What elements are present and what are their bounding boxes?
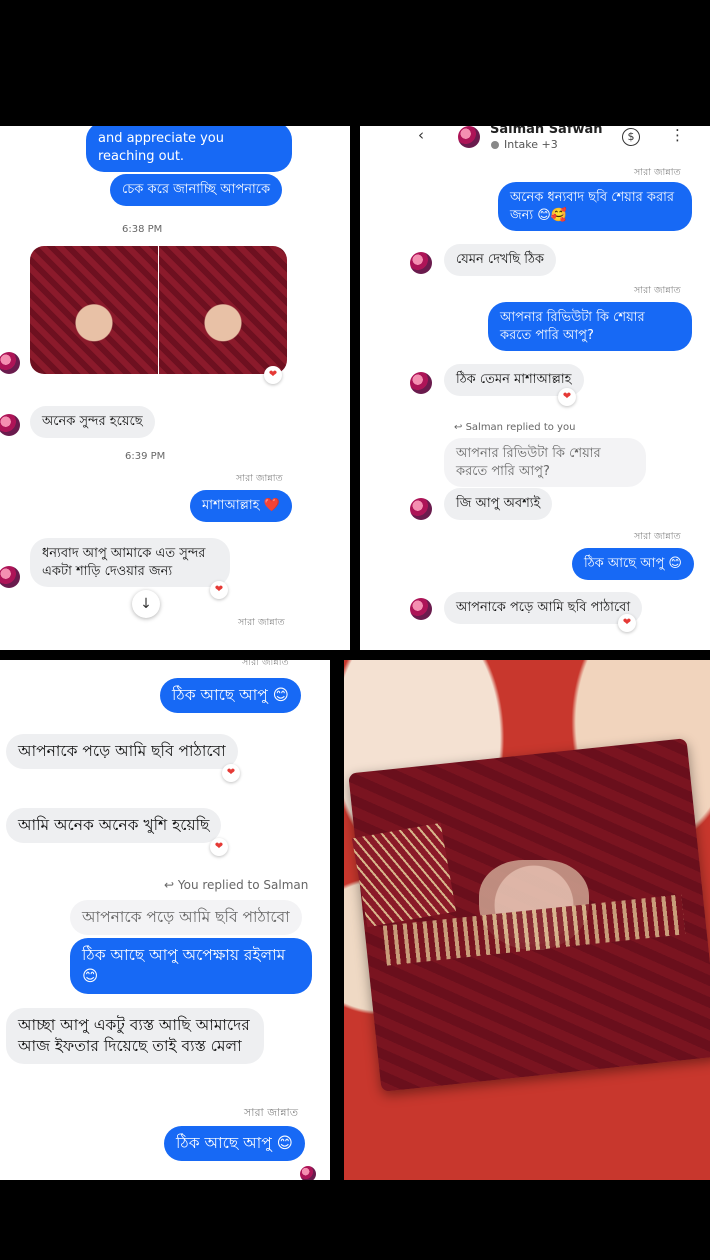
timestamp: 6:39 PM [125,451,166,462]
heart-reaction-icon[interactable]: ❤ [222,764,240,782]
avatar[interactable] [0,414,20,436]
message-received: আমি অনেক অনেক খুশি হয়েছি [6,808,222,843]
heart-reaction-icon[interactable]: ❤ [264,366,282,384]
message-received: জি আপু অবশ্যই [444,488,553,520]
avatar[interactable] [410,372,432,394]
message-sent: ঠিক আছে আপু 😊 [572,548,694,580]
more-options-icon[interactable]: ⋮ [670,126,685,144]
reply-indicator-label: Salman replied to you [465,422,576,433]
sender-name: সারা জান্নাত [634,531,681,542]
message-received: আপনাকে পড়ে আমি ছবি পাঠাবো [444,592,643,624]
message-sent: ঠিক আছে আপু 😊 [160,678,301,713]
message-received: আচ্ছা আপু একটু ব্যস্ত আছি আমাদের আজ ইফতা… [6,1008,264,1064]
chat-panel-top-right: ‹ Salman Safwan Intake +3 $ ⋮ সারা জান্ন… [360,126,710,650]
quoted-message: আপনার রিভিউটা কি শেয়ার করতে পারি আপু? [444,438,646,488]
heart-reaction-icon[interactable]: ❤ [558,388,576,406]
heart-reaction-icon[interactable]: ❤ [618,614,636,632]
message-received: অনেক সুন্দর হয়েছে [30,406,155,438]
avatar[interactable] [410,498,432,520]
avatar[interactable] [0,566,20,588]
saree-sleeve [351,822,457,928]
sender-name: সারা জান্নাত [242,660,289,668]
contact-name[interactable]: Salman Safwan [490,126,603,137]
avatar[interactable] [0,352,20,374]
sender-name: সারা জান্নাত [244,1106,298,1119]
message-received: যেমন দেখছি ঠিক [444,244,557,276]
sender-name: সারা জান্নাত [236,473,283,484]
heart-reaction-icon[interactable]: ❤ [210,581,228,599]
shared-photo[interactable] [159,246,287,374]
message-sent: মাশাআল্লাহ ❤️ [190,490,292,522]
back-icon[interactable]: ‹ [418,126,424,144]
message-sent: অনেক ধন্যবাদ ছবি শেয়ার করার জন্য 😊🥰 [498,182,692,232]
message-sent: ঠিক আছে আপু 😊 [164,1126,305,1161]
sender-name: সারা জান্নাত [634,285,681,296]
reply-indicator: ↩ Salman replied to you [454,422,576,433]
sender-name: সারা জান্নাত [634,167,681,178]
chat-panel-top-left: and appreciate you reaching out. চেক করে… [0,126,350,650]
shared-photo[interactable] [30,246,158,374]
message-sent: চেক করে জানাচ্ছি আপনাকে [110,174,283,206]
contact-subtitle: Intake +3 [504,138,558,151]
chat-panel-bottom-left: সারা জান্নাত ঠিক আছে আপু 😊 আপনাকে পড়ে আ… [0,660,330,1180]
scroll-down-icon[interactable]: ↓ [132,590,160,618]
screenshot-collage: and appreciate you reaching out. চেক করে… [0,0,710,1260]
message-received: ধন্যবাদ আপু আমাকে এত সুন্দর একটা শাড়ি দ… [30,538,230,588]
timestamp: 6:38 PM [122,224,163,235]
payment-icon[interactable]: $ [622,128,640,146]
reply-indicator: ↩ You replied to Salman [164,878,309,892]
quoted-message: আপনাকে পড়ে আমি ছবি পাঠাবো [70,900,302,935]
message-sent: ঠিক আছে আপু অপেক্ষায় রইলাম 😊 [70,938,312,994]
saree-photo[interactable] [344,660,710,1180]
sender-name: সারা জান্নাত [238,617,285,628]
message-sent: আপনার রিভিউটা কি শেয়ার করতে পারি আপু? [488,302,692,352]
status-dot-icon [491,141,499,149]
contact-avatar[interactable] [458,126,480,148]
avatar[interactable] [410,598,432,620]
heart-reaction-icon[interactable]: ❤ [210,838,228,856]
message-sent: and appreciate you reaching out. [86,126,292,173]
reply-indicator-label: You replied to Salman [177,878,309,892]
seen-avatar [300,1166,316,1180]
message-received: আপনাকে পড়ে আমি ছবি পাঠাবো [6,734,238,769]
avatar[interactable] [410,252,432,274]
